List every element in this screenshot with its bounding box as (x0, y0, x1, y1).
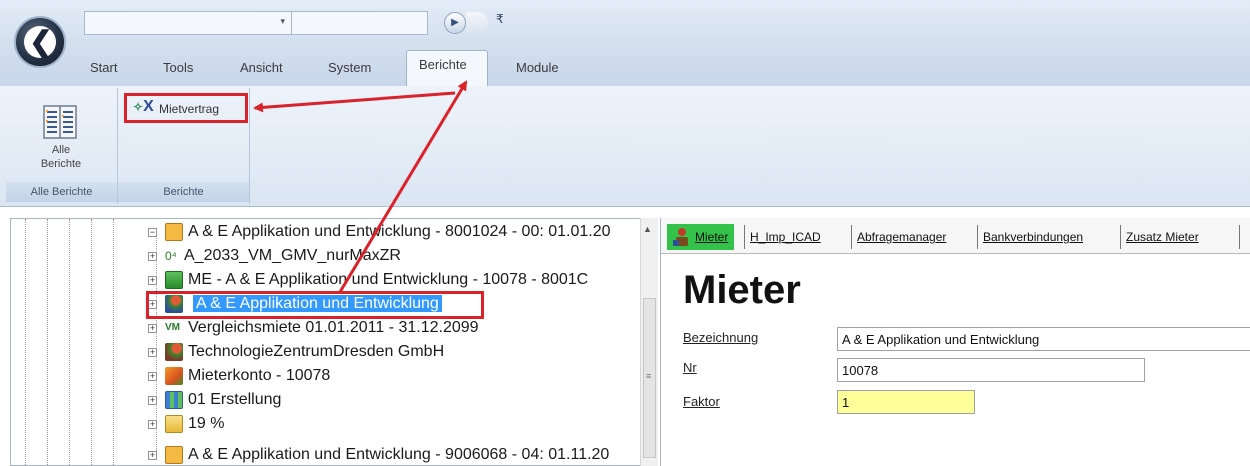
rental-unit-icon (165, 271, 183, 289)
tab-module[interactable]: Module (516, 57, 559, 79)
tree-guide-line (69, 219, 70, 465)
detail-tab-strip: Mieter H_Imp_ICAD Abfragemanager Bankver… (661, 218, 1250, 254)
tree-item[interactable]: 19 % (188, 412, 224, 436)
building-icon (165, 446, 183, 464)
tab-zusatz-mieter[interactable]: Zusatz Mieter (1126, 226, 1199, 248)
nr-label: Nr (683, 360, 697, 375)
tab-start[interactable]: Start (90, 57, 117, 79)
scroll-up-icon[interactable]: ▲ (643, 224, 652, 234)
tree-scrollbar[interactable]: ▲ ≡ (640, 218, 658, 466)
tab-berichte[interactable]: Berichte (406, 50, 488, 86)
tab-separator (1239, 225, 1240, 249)
group-label-alle-berichte: Alle Berichte (6, 182, 117, 202)
expand-icon[interactable]: + (148, 348, 157, 357)
expand-icon[interactable]: + (148, 276, 157, 285)
quick-access-button-frame (466, 12, 488, 34)
tree-item[interactable]: 01 Erstellung (188, 388, 281, 412)
tree-item[interactable]: A & E Applikation und Entwicklung - 9006… (188, 443, 609, 466)
tab-h-imp-icad[interactable]: H_Imp_ICAD (750, 226, 821, 248)
tree-guide-line (47, 219, 48, 465)
tree-item[interactable]: A_2033_VM_GMV_nurMaxZR (184, 244, 401, 268)
alle-berichte-button[interactable]: Alle Berichte (6, 88, 116, 180)
chevron-down-icon[interactable]: ▾ (280, 16, 285, 27)
tree-guide-line (91, 219, 92, 465)
expand-icon[interactable]: + (148, 252, 157, 261)
tree-item[interactable]: ME - A & E Applikation und Entwicklung -… (188, 268, 588, 292)
tree-item[interactable]: Vergleichsmiete 01.01.2011 - 31.12.2099 (188, 316, 479, 340)
alle-berichte-label-1: Alle (51, 144, 71, 156)
tab-separator (977, 225, 978, 249)
report-book-icon (43, 105, 77, 139)
application-menu-button[interactable]: ❮ (14, 16, 66, 68)
expand-icon[interactable]: + (148, 396, 157, 405)
mietvertrag-label: Mietvertrag (159, 102, 220, 116)
account-icon (165, 367, 183, 385)
calendar-icon (165, 391, 183, 409)
group-label-berichte: Berichte (118, 182, 249, 202)
tab-ansicht[interactable]: Ansicht (240, 57, 283, 79)
tree-item[interactable]: TechnologieZentrumDresden GmbH (188, 340, 444, 364)
document-number-icon: 0⁴ (165, 249, 177, 263)
mietvertrag-button[interactable]: ✧X Mietvertrag (124, 93, 248, 123)
application-window: ▾ ▶ ₹ ❮ Start Tools Ansicht System Beric… (0, 0, 1250, 466)
tab-separator (1120, 225, 1121, 249)
quick-access-field[interactable] (292, 11, 428, 35)
faktor-label: Faktor (683, 394, 720, 409)
company-icon (165, 343, 183, 361)
tree-item[interactable]: Mieterkonto - 10078 (188, 364, 330, 388)
group-alle-berichte: Alle Berichte Alle Berichte (6, 88, 118, 204)
tab-system[interactable]: System (328, 57, 371, 79)
tab-separator (744, 225, 745, 249)
ribbon-tab-strip: Start Tools Ansicht System Berichte Modu… (0, 44, 1250, 86)
quick-access-combo[interactable]: ▾ (84, 11, 292, 35)
bezeichnung-label: Bezeichnung (683, 330, 759, 345)
faktor-field[interactable] (837, 390, 975, 414)
expand-icon[interactable]: + (148, 324, 157, 333)
tab-separator (851, 225, 852, 249)
expand-icon[interactable]: + (148, 372, 157, 381)
nr-field[interactable] (837, 358, 1145, 382)
building-icon (165, 223, 183, 241)
expand-icon[interactable]: + (148, 451, 157, 460)
rent-compare-icon: VM (165, 322, 180, 333)
highlight-frame-selected-item (146, 291, 484, 319)
tab-tools[interactable]: Tools (163, 57, 193, 79)
person-icon (673, 228, 688, 246)
expand-icon[interactable]: + (148, 420, 157, 429)
customize-toolbar-icon[interactable]: ₹ (496, 12, 504, 26)
bezeichnung-field[interactable] (837, 327, 1250, 351)
scrollbar-thumb[interactable]: ≡ (643, 298, 656, 458)
tab-bankverbindungen[interactable]: Bankverbindungen (983, 226, 1083, 248)
page-title: Mieter (683, 268, 801, 312)
tree-guide-line (25, 219, 26, 465)
report-x-icon: ✧X (133, 98, 154, 115)
tab-abfragemanager[interactable]: Abfragemanager (857, 226, 946, 248)
tab-mieter-label: Mieter (695, 230, 729, 244)
detail-pane: Mieter H_Imp_ICAD Abfragemanager Bankver… (660, 218, 1250, 466)
alle-berichte-label-2: Berichte (40, 158, 82, 170)
collapse-icon[interactable]: − (148, 228, 157, 237)
tab-mieter[interactable]: Mieter (667, 224, 735, 250)
grip-icon: ≡ (646, 371, 652, 381)
quick-access-toolbar: ▾ ▶ ₹ (0, 0, 1250, 44)
folder-tax-icon (165, 415, 183, 433)
tree-guide-line (113, 219, 114, 465)
play-icon[interactable]: ▶ (444, 12, 466, 34)
back-arrow-icon: ❮ (29, 26, 53, 57)
tree-item[interactable]: A & E Applikation und Entwicklung - 8001… (188, 220, 611, 244)
